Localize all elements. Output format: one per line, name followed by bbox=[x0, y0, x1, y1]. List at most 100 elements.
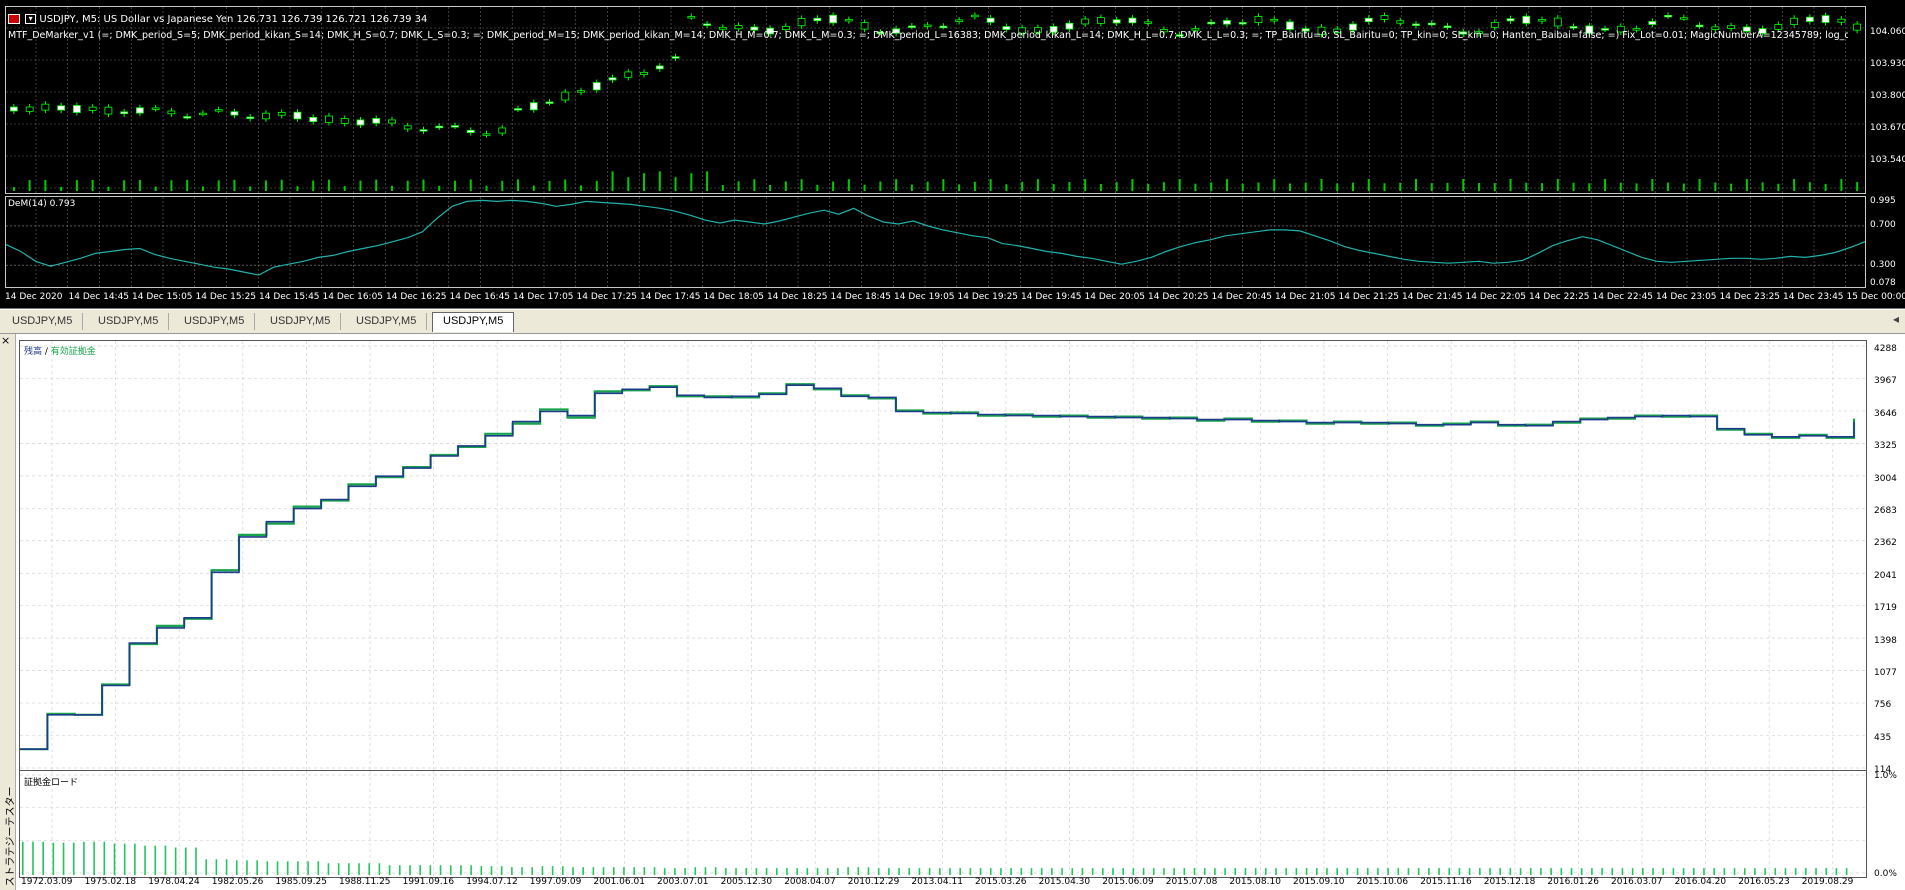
time-label: 14 Dec 22:45 bbox=[1592, 292, 1654, 302]
chart-tab[interactable]: USDJPY,M5 bbox=[2, 313, 84, 330]
candle-body bbox=[57, 105, 66, 111]
margin-load-bar bbox=[898, 868, 900, 875]
margin-load-bar bbox=[256, 860, 258, 875]
margin-load-graph[interactable]: 証拠金ロード bbox=[19, 770, 1867, 878]
tab-scroll-left-icon[interactable]: ◂ bbox=[1893, 312, 1899, 326]
candle-body bbox=[435, 125, 444, 129]
candle-body bbox=[1207, 21, 1216, 25]
candle-body bbox=[183, 116, 192, 119]
candle-body bbox=[1853, 23, 1862, 31]
margin-load-bar bbox=[1193, 868, 1196, 875]
candle-body bbox=[860, 22, 869, 30]
margin-load-bar bbox=[1132, 868, 1135, 875]
margin-load-bar bbox=[918, 868, 921, 875]
margin-load-bar bbox=[704, 867, 707, 875]
margin-load-bar bbox=[633, 867, 635, 875]
dem-line bbox=[5, 199, 1866, 276]
margin-load-bar bbox=[42, 841, 44, 875]
margin-load-bar bbox=[409, 865, 411, 875]
margin-load-bar bbox=[1703, 868, 1705, 875]
margin-load-bar bbox=[623, 867, 625, 875]
margin-load-bar bbox=[83, 841, 85, 875]
candle-body bbox=[1144, 21, 1153, 24]
candle-body bbox=[482, 133, 491, 136]
chart-tab[interactable]: USDJPY,M5 bbox=[260, 313, 342, 330]
margin-load-bar bbox=[602, 867, 605, 875]
chart-tab[interactable]: USDJPY,M5 bbox=[88, 313, 170, 330]
candle-body bbox=[25, 106, 34, 112]
margin-load-bar bbox=[1102, 868, 1104, 875]
margin-load-bar bbox=[297, 861, 299, 875]
candle-body bbox=[529, 102, 538, 111]
margin-load-bar bbox=[653, 867, 656, 875]
margin-load-bar bbox=[745, 868, 748, 875]
candle-body bbox=[1238, 22, 1247, 25]
margin-load-bar bbox=[317, 861, 320, 875]
margin-load-bar bbox=[93, 841, 95, 875]
dem-indicator-label: DeM(14) 0.793 bbox=[8, 199, 76, 209]
candle-body bbox=[514, 108, 522, 111]
candle-body bbox=[1427, 22, 1436, 26]
x-axis-label: 1985.09.25 bbox=[275, 877, 327, 887]
demarker-panel[interactable] bbox=[5, 196, 1866, 288]
candle-body bbox=[1679, 17, 1688, 20]
candle-body bbox=[687, 16, 696, 19]
time-label: 14 Dec 15:45 bbox=[259, 292, 320, 302]
margin-load-bar bbox=[1489, 868, 1491, 875]
time-label: 14 Dec 17:45 bbox=[640, 292, 701, 302]
candle-body bbox=[1443, 25, 1452, 28]
time-label: 14 Dec 17:25 bbox=[576, 292, 638, 302]
candle-body bbox=[1837, 18, 1846, 23]
margin-load-bar bbox=[1387, 868, 1389, 875]
chart-tab[interactable]: USDJPY,M5 bbox=[346, 313, 428, 330]
candle-body bbox=[309, 116, 318, 122]
candle-body bbox=[734, 25, 743, 30]
margin-load-bar bbox=[1631, 868, 1634, 875]
time-label: 14 Dec 17:05 bbox=[513, 292, 574, 302]
x-axis-label: 1975.02.18 bbox=[84, 877, 137, 887]
margin-load-bar bbox=[1845, 868, 1848, 875]
candle-body bbox=[262, 112, 270, 120]
time-label: 14 Dec 18:45 bbox=[830, 292, 892, 302]
x-axis-label: 1988.11.25 bbox=[339, 877, 391, 887]
legend-separator: / bbox=[42, 347, 51, 357]
margin-load-bar bbox=[1203, 868, 1206, 875]
chart-window[interactable]: ▾ USDJPY, M5: US Dollar vs Japanese Yen … bbox=[0, 0, 1905, 309]
y-axis-label: 1719 bbox=[1874, 603, 1897, 614]
equity-graph[interactable]: 残高 / 有効証拠金 bbox=[19, 340, 1867, 774]
candle-body bbox=[1112, 19, 1121, 24]
x-axis-label: 1994.07.12 bbox=[466, 877, 518, 887]
margin-load-bar bbox=[949, 868, 951, 875]
candle-body bbox=[1553, 17, 1562, 27]
margin-load-bar bbox=[1305, 868, 1308, 875]
chart-tab[interactable]: USDJPY,M5 bbox=[174, 313, 256, 330]
candle-body bbox=[1821, 15, 1830, 23]
margin-load-title: 証拠金ロード bbox=[24, 778, 79, 788]
margin-load-bar bbox=[725, 868, 727, 875]
margin-load-bar bbox=[327, 863, 330, 875]
candle-body bbox=[1223, 20, 1231, 25]
margin-load-bar bbox=[572, 867, 574, 875]
x-axis-label: 2015.11.16 bbox=[1420, 877, 1472, 887]
margin-load-bar bbox=[1234, 868, 1237, 875]
close-icon[interactable]: × bbox=[1, 334, 10, 347]
margin-load-bar bbox=[439, 865, 442, 875]
price-label: 103.800 bbox=[1870, 91, 1905, 101]
margin-load-bar bbox=[1051, 868, 1053, 875]
margin-load-bar bbox=[62, 842, 65, 875]
margin-load-bar bbox=[521, 867, 523, 875]
margin-load-bar bbox=[378, 863, 381, 875]
candle-body bbox=[1254, 16, 1263, 24]
margin-load-bar bbox=[541, 866, 544, 875]
chart-tab-active[interactable]: USDJPY,M5 bbox=[432, 312, 515, 332]
time-label: 14 Dec 19:25 bbox=[957, 292, 1019, 302]
time-label: 15 Dec 00:00 bbox=[1846, 292, 1905, 302]
margin-load-bar bbox=[205, 859, 207, 875]
margin-load-bar bbox=[1692, 868, 1695, 875]
margin-load-bar bbox=[490, 866, 493, 875]
margin-load-bar bbox=[1346, 868, 1349, 875]
margin-load-bar bbox=[592, 867, 595, 875]
margin-load-bar bbox=[837, 868, 839, 875]
margin-load-bar bbox=[1183, 868, 1186, 875]
time-label: 14 Dec 16:45 bbox=[449, 292, 511, 302]
